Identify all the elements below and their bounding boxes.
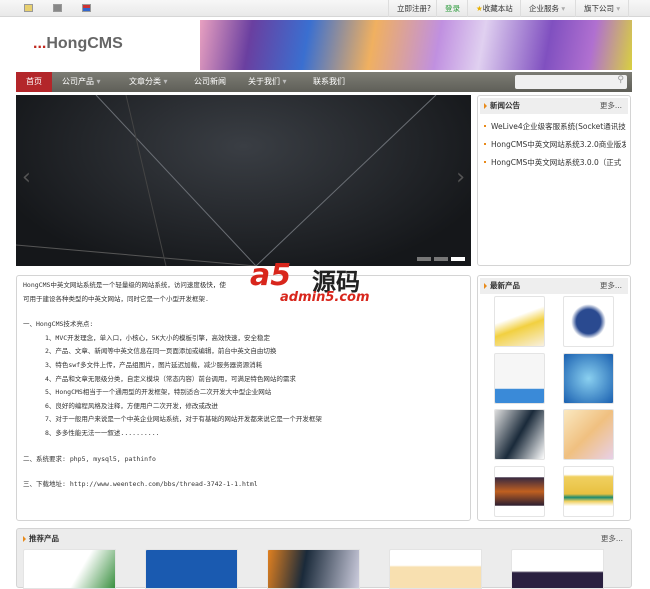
latest-header: 最新产品 更多... [480,278,628,294]
nav-label: 公司产品 [62,77,94,86]
feature-point: 1、MVC开发理念，单入口，小核心，5K大小的模板引擎，高效快速，安全稳定 [45,333,270,342]
header-banner [200,20,632,70]
home-icon[interactable] [24,4,33,12]
slider-prev-arrow[interactable]: ‹ [22,165,31,190]
news-header: 新闻公告 更多... [480,98,628,114]
product-thumbnail[interactable] [494,296,545,347]
services-menu[interactable]: 企业服务 ▾ [520,0,573,17]
slider-next-arrow[interactable]: › [456,165,465,190]
product-thumbnail[interactable] [494,466,545,517]
download-address[interactable]: 三、下载地址: http://www.weentech.com/bbs/thre… [23,478,464,492]
latest-title: 最新产品 [490,281,520,290]
nav-label: 文章分类 [129,77,161,86]
news-title: 新闻公告 [490,101,520,110]
nav-news[interactable]: 公司新闻 [194,72,226,92]
system-requirements: 二、系统要求: php5, mysql5, pathinfo [23,454,156,463]
star-icon: ★ [476,4,483,13]
main-nav: 首页 公司产品 ▾ 文章分类 ▾ 公司新闻 关于我们 ▾ 联系我们 ⚲ [16,72,632,92]
chevron-down-icon: ▾ [96,77,101,86]
product-thumbnail[interactable] [494,409,545,460]
chevron-down-icon: ▾ [163,77,168,86]
chevron-down-icon: ▾ [282,77,287,86]
product-thumbnail[interactable] [563,466,614,517]
slide-image [16,95,437,266]
product-thumbnail[interactable] [494,353,545,404]
news-item[interactable]: WeLive4企业级客服系统(Socket通讯技 [484,121,626,132]
feature-point: 3、特色swf多文件上传，产品组图片，图片延迟加载，减少服务器资源消耗 [45,360,263,369]
feature-point: 2、产品、文章、新闻等中英文信息在同一页面添加或编辑，前台中英文自由切换 [45,347,277,356]
product-thumbnail[interactable] [563,353,614,404]
product-thumbnail[interactable] [511,549,604,589]
feature-point: 4、产品和文章无限级分类，自定义模块（常态内容）前台调用，可满足特色网站的需求 [45,374,296,383]
product-thumbnail[interactable] [389,549,482,589]
product-thumbnail[interactable] [145,549,238,589]
search-input[interactable]: ⚲ [515,75,627,89]
register-link[interactable]: 立即注册? [388,0,439,17]
watermark-a5: a5 [250,258,292,293]
news-box: 新闻公告 更多... WeLive4企业级客服系统(Socket通讯技 HongC… [477,95,631,266]
bookmark-link[interactable]: ★收藏本站 [467,0,521,17]
subsidiaries-label: 旗下公司 [584,4,614,13]
logo-text: HongCMS [46,35,123,52]
news-more-link[interactable]: 更多... [600,98,622,114]
slider-dots [414,254,465,263]
intro-section-heading: 一、HongCMS技术亮点: [23,320,94,329]
feature-point: 8、多多性能无法一一叙述.......... [45,428,160,437]
watermark-domain: admin5.com [280,290,370,305]
latest-products-box: 最新产品 更多... [477,275,631,521]
nav-products[interactable]: 公司产品 ▾ [62,72,101,92]
top-bar: 立即注册? 登录 ★收藏本站 企业服务 ▾ 旗下公司 ▾ [0,0,650,17]
product-thumbnail[interactable] [563,409,614,460]
nav-home[interactable]: 首页 [16,72,52,92]
feature-point: 7、对于一般用户来说是一个中英企业网站系统，对于有基础的网站开发都来说它是一个开… [45,415,322,424]
logo-dots: ... [33,35,47,52]
slider-dot[interactable] [417,257,431,261]
latest-more-link[interactable]: 更多... [600,278,622,294]
image-slider[interactable]: ‹ › [16,95,471,266]
intro-line: 可用于建设各种类型的中英文网站，同时它是一个小型开发框架. [23,294,209,303]
slider-dot[interactable] [434,257,448,261]
recommended-products-box: 推荐产品 更多... [16,528,632,589]
site-logo[interactable]: ...HongCMS [33,35,123,53]
recommend-header: 推荐产品 更多... [19,531,629,547]
search-icon[interactable]: ⚲ [617,75,624,85]
intro-line: HongCMS中英文网站系统是一个轻量级的网站系统，访问速度极快，使 [23,281,226,289]
intro-box: HongCMS中英文网站系统是一个轻量级的网站系统，访问速度极快，使 可用于建设… [16,275,471,521]
services-label: 企业服务 [529,4,559,13]
chevron-down-icon: ▾ [561,4,566,13]
feature-point: 6、良好的编程风格及注释，方便用户二次开发，修改或改进 [45,401,218,410]
monitor-icon[interactable] [53,4,62,12]
news-item[interactable]: HongCMS中英文网站系统3.2.0商业版发 [484,139,626,150]
bookmark-label: 收藏本站 [482,4,513,13]
login-link[interactable]: 登录 [436,0,468,17]
feature-point: 5、HongCMS相当于一个通用型的开发框架，特别适合二次开发大中型企业网站 [45,388,272,397]
recommend-more-link[interactable]: 更多... [601,531,623,547]
news-item[interactable]: HongCMS中英文网站系统3.0.0（正式 [484,157,626,168]
chevron-down-icon: ▾ [616,4,621,13]
watermark-logo: a5 源码 admin5.com [250,258,390,313]
flag-icon[interactable] [82,4,91,12]
nav-contact[interactable]: 联系我们 [313,72,345,92]
product-thumbnail[interactable] [563,296,614,347]
nav-articles[interactable]: 文章分类 ▾ [129,72,168,92]
slider-dot[interactable] [451,257,465,261]
product-thumbnail[interactable] [23,549,116,589]
product-thumbnail[interactable] [267,549,360,589]
subsidiaries-menu[interactable]: 旗下公司 ▾ [575,0,630,17]
recommend-title: 推荐产品 [29,534,59,543]
nav-about[interactable]: 关于我们 ▾ [248,72,287,92]
nav-label: 关于我们 [248,77,280,86]
